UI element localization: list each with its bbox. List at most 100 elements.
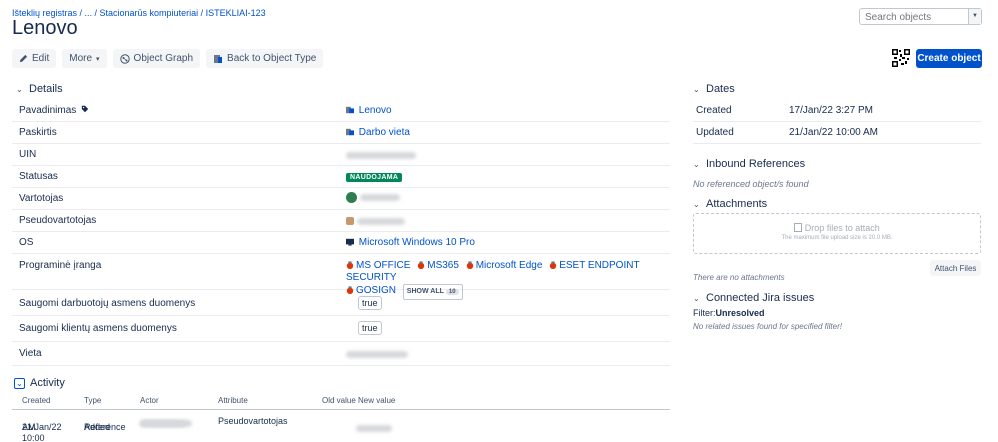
attachments-empty-text: There are no attachments bbox=[693, 273, 785, 282]
dates-updated-row: Updated 21/Jan/22 10:00 AM bbox=[693, 122, 981, 144]
column-header: Created bbox=[22, 396, 51, 405]
filter-label: Filter: bbox=[693, 308, 716, 318]
detail-row-os: OS Microsoft Windows 10 Pro bbox=[12, 232, 670, 254]
tag-icon bbox=[81, 105, 89, 113]
chevron-down-icon: ⌄ bbox=[693, 84, 700, 94]
inbound-empty-text: No referenced object/s found bbox=[693, 179, 809, 189]
software-link[interactable]: MS365 bbox=[417, 260, 459, 271]
edit-button[interactable]: Edit bbox=[12, 49, 57, 68]
dates-header[interactable]: ⌄ Dates bbox=[693, 83, 735, 95]
attachments-header[interactable]: ⌄ Attachments bbox=[693, 198, 767, 210]
file-dropzone[interactable]: Drop files to attach The maximum file up… bbox=[693, 213, 981, 254]
more-button[interactable]: More ▾ bbox=[62, 49, 107, 68]
qr-code-icon[interactable] bbox=[892, 49, 910, 67]
redacted-value bbox=[346, 151, 416, 159]
detail-row-vieta: Vieta bbox=[12, 342, 670, 366]
chevron-down-icon[interactable]: ▼ bbox=[968, 9, 981, 24]
table-row: 21/Jan/22 10:00 AM Added Reference Pseudov… bbox=[12, 410, 670, 442]
pseudovartotojas-label: Pseudovartotojas bbox=[19, 215, 97, 226]
back-to-object-type-button[interactable]: Back to Object Type bbox=[206, 49, 324, 68]
paskirtis-value-link[interactable]: Darbo vieta bbox=[346, 127, 410, 138]
more-label: More bbox=[69, 53, 93, 64]
uin-label: UIN bbox=[19, 149, 37, 160]
object-graph-label: Object Graph bbox=[133, 53, 194, 64]
drop-text: Drop files to attach bbox=[804, 223, 880, 233]
graph-icon bbox=[119, 53, 130, 64]
statusas-label: Statusas bbox=[19, 171, 58, 182]
programine-label: Programinė įranga bbox=[19, 260, 102, 271]
detail-row-paskirtis: Paskirtis Darbo vieta bbox=[12, 122, 670, 144]
upload-limit-text: The maximum file upload size is 20.0 MB. bbox=[781, 235, 893, 241]
pavadinimas-value-link[interactable]: Lenovo bbox=[346, 105, 392, 116]
column-header: Old value bbox=[322, 396, 356, 405]
os-value-link[interactable]: Microsoft Windows 10 Pro bbox=[346, 237, 475, 248]
klientu-label: Saugomi klientų asmens duomenys bbox=[19, 323, 177, 334]
activity-header[interactable]: ⌄ Activity bbox=[14, 377, 65, 389]
chevron-down-icon: ⌄ bbox=[14, 377, 25, 389]
paskirtis-value: Darbo vieta bbox=[358, 127, 410, 138]
redacted-value bbox=[140, 420, 192, 427]
column-header: New value bbox=[358, 396, 396, 405]
redacted-value bbox=[356, 425, 392, 432]
column-header: Actor bbox=[140, 396, 159, 405]
jira-title: Connected Jira issues bbox=[706, 292, 815, 304]
back-icon bbox=[214, 54, 223, 63]
jira-filter[interactable]: Filter:Unresolved bbox=[693, 308, 765, 318]
status-badge: NAUDOJAMA bbox=[346, 173, 403, 182]
attach-files-button[interactable]: Attach Files bbox=[930, 260, 981, 276]
software-icon bbox=[466, 261, 473, 269]
software-link[interactable]: MS OFFICE bbox=[346, 260, 410, 271]
chevron-down-icon: ⌄ bbox=[693, 159, 700, 169]
activity-table: Created Type Actor Attribute Old value N… bbox=[12, 396, 670, 442]
chevron-down-icon: ⌄ bbox=[16, 84, 23, 94]
chevron-down-icon: ⌄ bbox=[693, 199, 700, 209]
created-value: 17/Jan/22 3:27 PM bbox=[789, 105, 873, 116]
create-object-button[interactable]: Create object bbox=[916, 49, 982, 68]
page-title: Lenovo bbox=[12, 17, 78, 39]
os-value: Microsoft Windows 10 Pro bbox=[358, 237, 475, 248]
updated-label: Updated bbox=[696, 127, 734, 138]
search-input[interactable] bbox=[860, 10, 964, 25]
activity-table-header: Created Type Actor Attribute Old value N… bbox=[12, 396, 670, 410]
updated-value: 21/Jan/22 10:00 AM bbox=[789, 127, 878, 138]
detail-row-vartotojas: Vartotojas bbox=[12, 188, 670, 210]
created-label: Created bbox=[696, 105, 732, 116]
inbound-title: Inbound References bbox=[706, 158, 806, 170]
object-graph-button[interactable]: Object Graph bbox=[112, 49, 201, 68]
vieta-label: Vieta bbox=[19, 348, 42, 359]
boolean-value: true bbox=[358, 321, 382, 335]
back-label: Back to Object Type bbox=[227, 53, 317, 64]
jira-empty-text: No related issues found for specified fi… bbox=[693, 322, 842, 331]
os-label: OS bbox=[19, 237, 34, 248]
dates-created-row: Created 17/Jan/22 3:27 PM bbox=[693, 100, 981, 122]
toolbar: Edit More ▾ Object Graph Back to Object … bbox=[12, 49, 324, 68]
paskirtis-label: Paskirtis bbox=[19, 127, 57, 138]
jira-issues-header[interactable]: ⌄ Connected Jira issues bbox=[693, 292, 814, 304]
avatar bbox=[346, 217, 354, 226]
column-header: Attribute bbox=[218, 396, 248, 405]
detail-row-pavadinimas: Pavadinimas Lenovo bbox=[12, 100, 670, 122]
detail-row-statusas: Statusas NAUDOJAMA bbox=[12, 166, 670, 188]
activity-title: Activity bbox=[30, 377, 65, 389]
pavadinimas-value: Lenovo bbox=[358, 105, 392, 116]
details-title: Details bbox=[29, 83, 63, 95]
software-icon bbox=[549, 261, 557, 269]
detail-row-klientu-duomenys: Saugomi klientų asmens duomenys true bbox=[12, 316, 670, 342]
inbound-references-header[interactable]: ⌄ Inbound References bbox=[693, 158, 805, 170]
attachments-title: Attachments bbox=[706, 198, 768, 210]
detail-row-programine-iranga: Programinė įranga MS OFFICE MS365 Micros… bbox=[12, 254, 670, 300]
darbuotoju-label: Saugomi darbuotojų asmens duomenys bbox=[19, 298, 196, 309]
attribute-value: Pseudovartotojas bbox=[218, 416, 288, 426]
monitor-icon bbox=[346, 238, 354, 246]
boolean-value: true bbox=[358, 296, 382, 310]
file-icon bbox=[346, 128, 354, 136]
redacted-value bbox=[356, 217, 405, 225]
detail-row-pseudovartotojas: Pseudovartotojas bbox=[12, 210, 670, 232]
column-header: Type bbox=[84, 396, 102, 405]
software-icon bbox=[418, 261, 425, 269]
software-link[interactable]: Microsoft Edge bbox=[466, 260, 542, 271]
details-header[interactable]: ⌄ Details bbox=[16, 83, 63, 95]
chevron-down-icon: ⌄ bbox=[693, 293, 700, 303]
chevron-down-icon: ▾ bbox=[96, 55, 100, 63]
search-box[interactable]: ▼ bbox=[859, 8, 982, 25]
